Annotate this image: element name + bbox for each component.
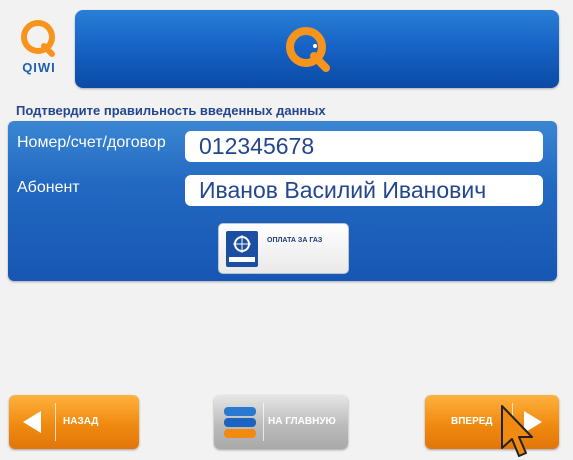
account-number-label: Номер/счет/договор xyxy=(17,134,166,151)
cursor-arrow-icon xyxy=(501,405,533,457)
gas-company-logo-icon xyxy=(226,231,258,267)
service-button[interactable]: ОПЛАТА ЗА ГАЗ xyxy=(218,223,349,274)
back-divider xyxy=(55,403,56,441)
arrow-left-icon xyxy=(23,411,41,433)
header-banner xyxy=(75,10,559,88)
home-label: НА ГЛАВНУЮ xyxy=(268,416,336,427)
account-number-value: 012345678 xyxy=(185,131,543,162)
page-title: Подтвердите правильность введенных данны… xyxy=(16,103,326,118)
subscriber-label: Абонент xyxy=(17,179,80,196)
forward-label: ВПЕРЕД xyxy=(451,416,493,427)
home-divider xyxy=(263,403,264,441)
qiwi-logo-icon xyxy=(21,20,55,57)
service-label: ОПЛАТА ЗА ГАЗ xyxy=(267,237,323,244)
qiwi-logo-text: QIWI xyxy=(22,60,56,75)
confirmation-panel: Номер/счет/договор 012345678 Абонент Ива… xyxy=(8,121,557,281)
back-label: НАЗАД xyxy=(63,416,99,427)
subscriber-value: Иванов Василий Иванович xyxy=(185,175,543,206)
back-button[interactable]: НАЗАД xyxy=(9,395,139,449)
home-button[interactable]: НА ГЛАВНУЮ xyxy=(214,395,348,449)
home-stack-icon xyxy=(224,407,256,438)
qiwi-logo: QIWI xyxy=(14,18,64,80)
forward-button[interactable]: ВПЕРЕД xyxy=(425,395,559,449)
qiwi-banner-logo-icon xyxy=(286,27,330,72)
